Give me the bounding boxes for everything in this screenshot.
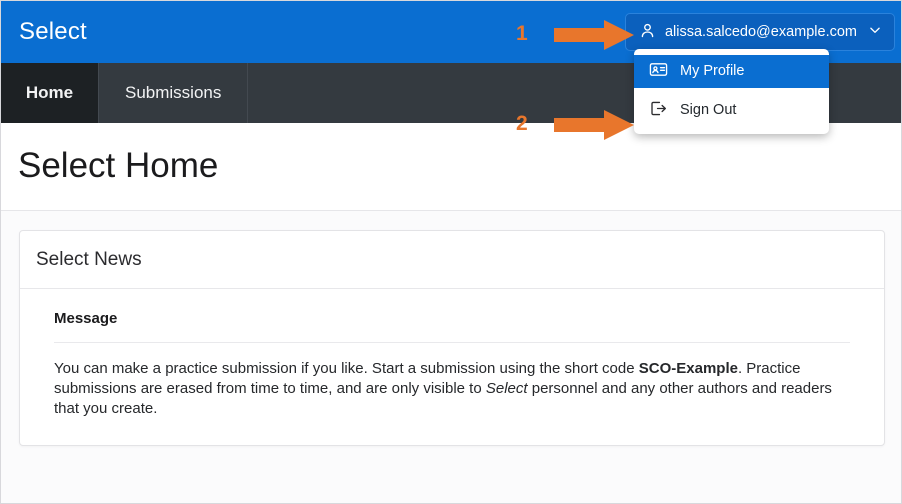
user-email-label: alissa.salcedo@example.com: [665, 25, 857, 40]
page-title: Select Home: [18, 145, 218, 187]
brand-title: Select: [19, 18, 87, 46]
application-window: Select alissa.salcedo@example.com Home: [0, 0, 902, 504]
menu-item-my-profile[interactable]: My Profile: [634, 55, 829, 88]
nav-tab-home[interactable]: Home: [1, 63, 99, 123]
message-text: You can make a practice submission if yo…: [54, 359, 844, 419]
message-text-part1: You can make a practice submission if yo…: [54, 360, 639, 377]
news-card-header: Select News: [20, 231, 884, 289]
news-card-body: Message You can make a practice submissi…: [20, 289, 884, 445]
sign-out-icon: [649, 99, 668, 122]
news-card: Select News Message You can make a pract…: [19, 230, 885, 446]
product-name-emphasis: Select: [486, 380, 528, 397]
user-dropdown-menu: My Profile Sign Out: [634, 49, 829, 134]
nav-tab-submissions[interactable]: Submissions: [99, 63, 248, 123]
chevron-down-icon: [868, 23, 882, 41]
nav-tab-home-label: Home: [26, 83, 73, 103]
main-content-area: Select News Message You can make a pract…: [1, 211, 902, 504]
person-icon: [639, 22, 656, 43]
page-title-band: Select Home: [1, 123, 902, 211]
menu-item-my-profile-label: My Profile: [680, 64, 744, 79]
menu-item-sign-out[interactable]: Sign Out: [634, 94, 829, 127]
id-card-icon: [649, 60, 668, 83]
menu-item-sign-out-label: Sign Out: [680, 103, 736, 118]
nav-tab-submissions-label: Submissions: [125, 83, 221, 103]
user-menu-button[interactable]: alissa.salcedo@example.com: [625, 13, 895, 51]
annotation-number-2: 2: [516, 113, 528, 134]
annotation-number-1: 1: [516, 23, 528, 44]
short-code-value: SCO-Example: [639, 360, 738, 377]
message-heading: Message: [54, 309, 850, 343]
